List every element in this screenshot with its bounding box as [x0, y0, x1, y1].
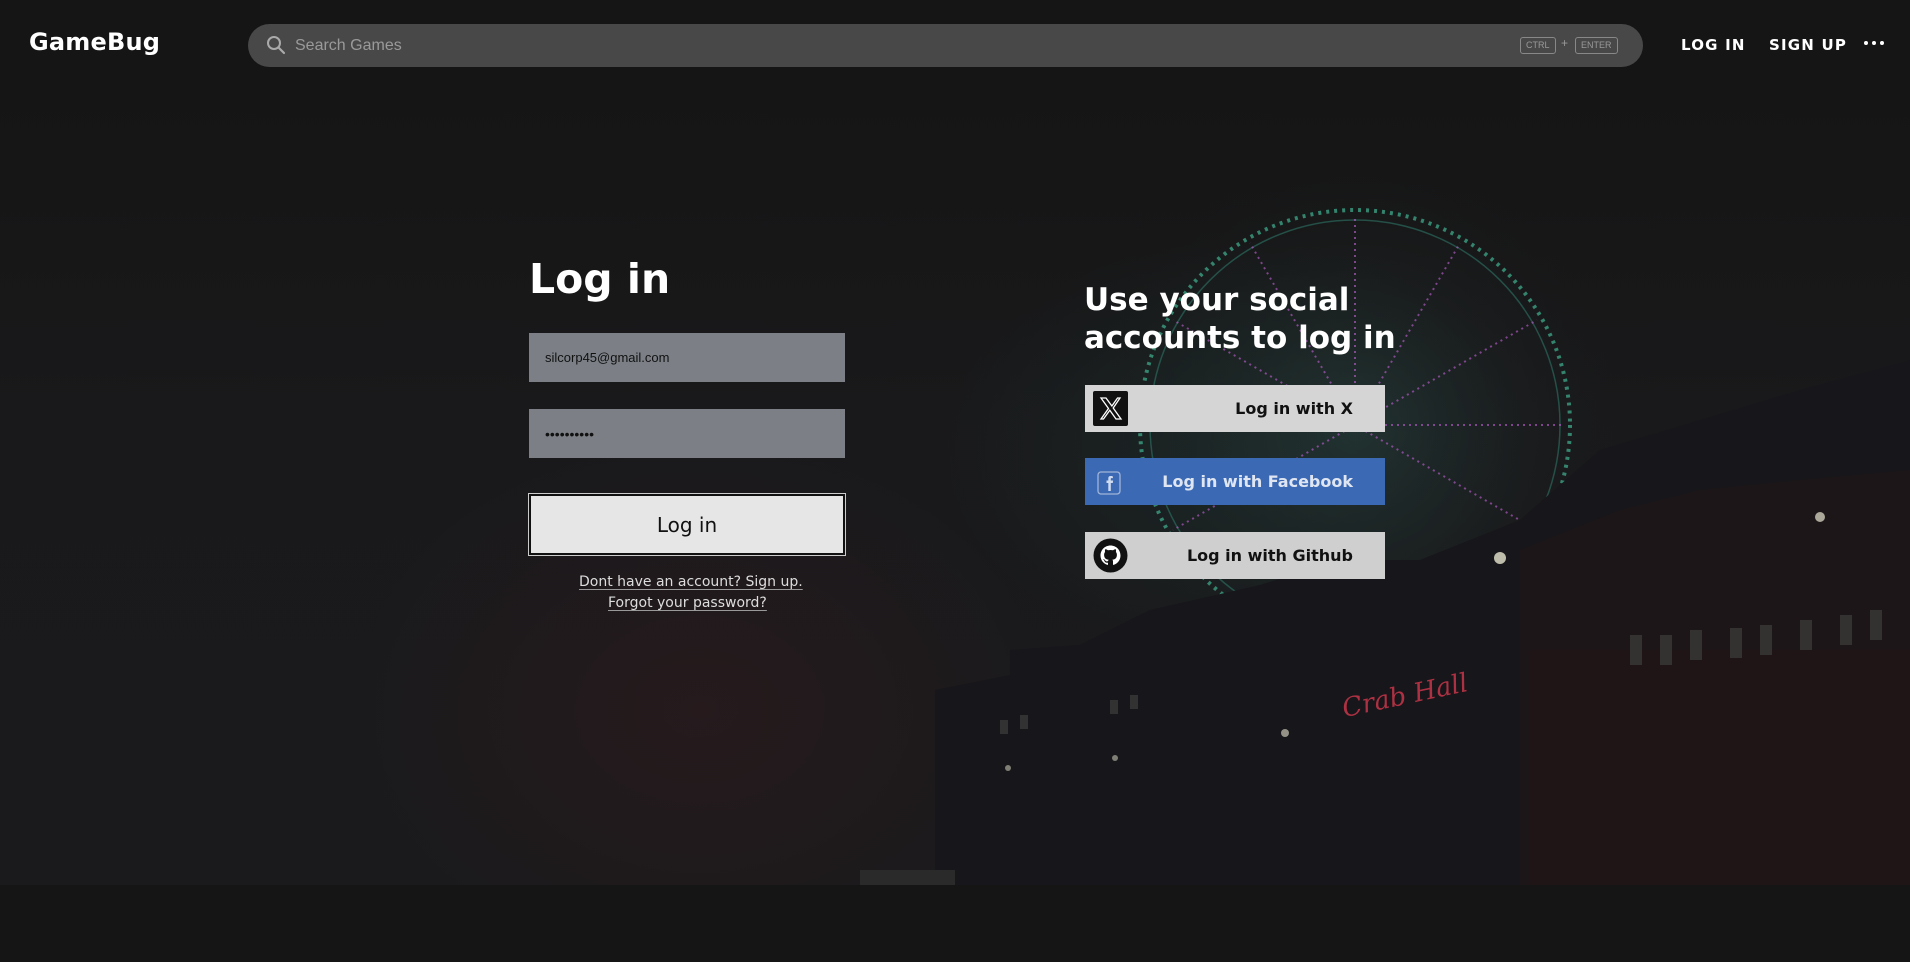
shortcut-key-enter: ENTER	[1575, 37, 1618, 54]
email-field[interactable]	[529, 333, 845, 382]
ferris-wheel-night-scene: Crab Hall	[860, 155, 1910, 885]
top-header: GameBug CTRL + ENTER LOG IN SIGN UP	[0, 0, 1910, 90]
login-with-github-label: Log in with Github	[1186, 546, 1353, 565]
background-scene: Crab Hall	[0, 90, 1910, 885]
login-with-facebook-button[interactable]: Log in with Facebook	[1085, 458, 1385, 505]
login-with-x-label: Log in with X	[1235, 399, 1353, 418]
shortcut-key-ctrl: CTRL	[1520, 37, 1556, 54]
x-logo-icon	[1093, 391, 1128, 426]
more-horizontal-icon[interactable]	[1864, 37, 1886, 49]
signup-link[interactable]: Dont have an account? Sign up.	[579, 574, 803, 590]
login-with-x-button[interactable]: Log in with X	[1085, 385, 1385, 432]
site-logo[interactable]: GameBug	[29, 28, 160, 56]
shortcut-plus: +	[1561, 36, 1569, 50]
login-title: Log in	[529, 255, 671, 303]
forgot-password-link[interactable]: Forgot your password?	[608, 595, 767, 611]
page-footer-space	[0, 885, 1910, 962]
social-login-title: Use your social accounts to log in	[1084, 282, 1396, 356]
login-with-facebook-label: Log in with Facebook	[1162, 472, 1353, 491]
nav-login-link[interactable]: LOG IN	[1681, 36, 1746, 54]
search-input[interactable]	[295, 24, 1495, 67]
password-field[interactable]	[529, 409, 845, 458]
login-submit-button[interactable]: Log in	[528, 493, 846, 556]
login-with-github-button[interactable]: Log in with Github	[1085, 532, 1385, 579]
search-icon	[267, 36, 286, 55]
github-logo-icon	[1093, 538, 1128, 573]
facebook-logo-icon	[1097, 471, 1121, 495]
search-bar[interactable]: CTRL + ENTER	[248, 24, 1643, 67]
nav-signup-link[interactable]: SIGN UP	[1769, 36, 1847, 54]
